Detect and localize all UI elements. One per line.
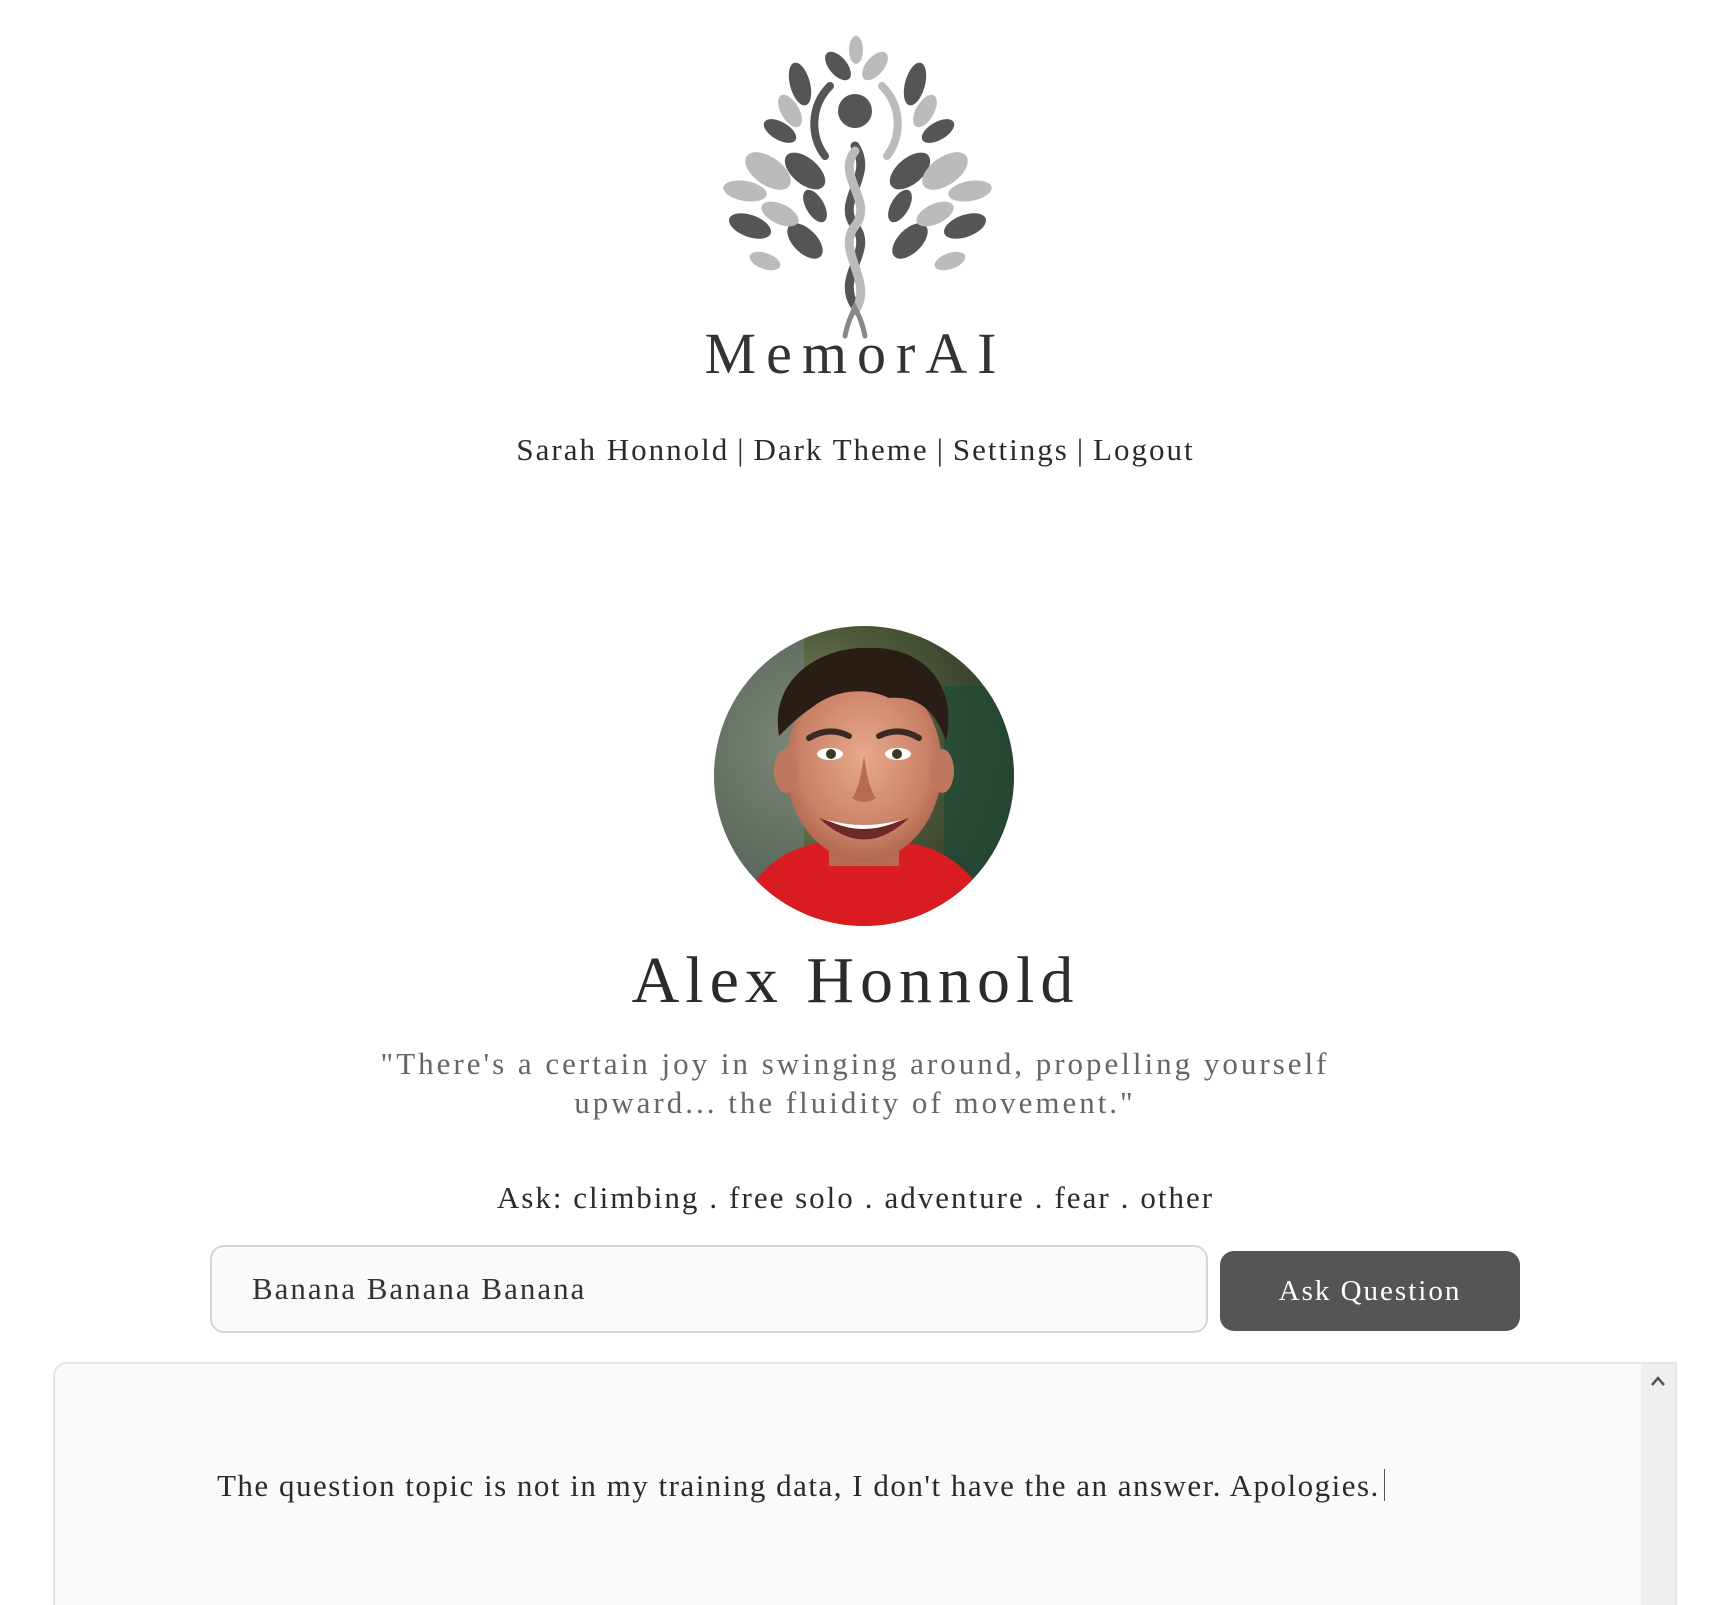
nav-separator: | (737, 432, 746, 467)
text-caret (1383, 1469, 1385, 1501)
topics-prefix: Ask: (496, 1180, 564, 1215)
topic-fear[interactable]: fear (1054, 1180, 1110, 1215)
nav-separator: | (936, 432, 945, 467)
question-input[interactable] (210, 1245, 1208, 1333)
answer-scrollbar[interactable] (1641, 1364, 1675, 1605)
nav-settings-link[interactable]: Settings (953, 432, 1069, 467)
nav-separator: | (1076, 432, 1086, 467)
topic-free-solo[interactable]: free solo (729, 1180, 855, 1215)
nav-dark-theme-link[interactable]: Dark Theme (753, 432, 928, 467)
page: MemorAI Sarah Honnold | Dark Theme | Setting… (0, 0, 1711, 1605)
brand-wordmark: MemorAI (704, 321, 1007, 386)
topic-separator: . (1120, 1180, 1131, 1215)
answer-panel: The question topic is not in my training… (53, 1362, 1677, 1605)
person-name: Alex Honnold (631, 944, 1080, 1017)
person-quote: "There's a certain joy in swinging aroun… (380, 1046, 1330, 1120)
portrait-avatar (714, 626, 1014, 926)
scroll-up-icon[interactable] (1641, 1364, 1675, 1398)
answer-text: The question topic is not in my training… (217, 1468, 1380, 1503)
topic-separator: . (1034, 1180, 1045, 1215)
topic-separator: . (864, 1180, 875, 1215)
topic-other[interactable]: other (1140, 1180, 1214, 1215)
topic-climbing[interactable]: climbing (573, 1180, 699, 1215)
nav-user-link[interactable]: Sarah Honnold (516, 432, 729, 467)
tree-logo-icon (710, 36, 1000, 346)
topic-adventure[interactable]: adventure (885, 1180, 1025, 1215)
ask-question-button[interactable]: Ask Question (1220, 1251, 1520, 1331)
top-nav: Sarah Honnold | Dark Theme | Settings | Logout (0, 432, 1711, 468)
topic-list: Ask: climbing. free solo. adventure. fear. o… (0, 1180, 1711, 1216)
answer-text-wrap: The question topic is not in my training… (217, 1468, 1385, 1504)
nav-logout-link[interactable]: Logout (1093, 432, 1195, 467)
topic-separator: . (709, 1180, 720, 1215)
